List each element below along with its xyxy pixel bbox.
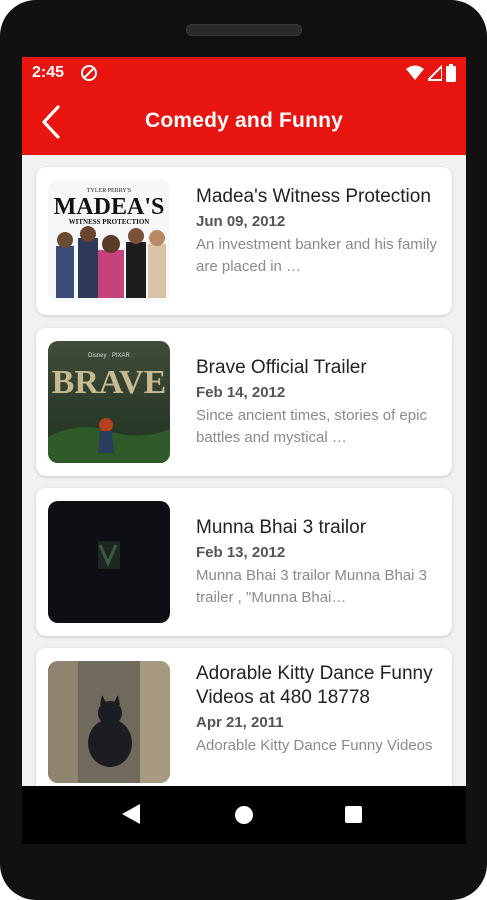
nav-recents-icon[interactable] (345, 806, 362, 823)
video-card[interactable]: Munna Bhai 3 trailor Feb 13, 2012 Munna … (36, 488, 452, 636)
video-title: Brave Official Trailer (196, 357, 367, 378)
video-thumbnail[interactable]: TYLER PERRY'S MADEA'S WITNESS PROTECTION (48, 180, 170, 302)
video-date: Jun 09, 2012 (196, 213, 286, 230)
page-title: Comedy and Funny (144, 109, 344, 132)
video-thumbnail[interactable] (48, 661, 170, 783)
video-title: Madea's Witness Protection (196, 186, 431, 207)
video-thumbnail[interactable] (48, 501, 170, 623)
video-date: Feb 14, 2012 (196, 384, 286, 401)
app-bar: Comedy and Funny (22, 89, 466, 155)
system-nav-bar (22, 786, 466, 844)
video-date: Apr 21, 2011 (196, 714, 284, 731)
video-description: An investment banker and his family are … (196, 236, 437, 275)
video-card[interactable]: TYLER PERRY'S MADEA'S WITNESS PROTECTION (36, 167, 452, 315)
battery-icon (446, 64, 456, 82)
video-list[interactable]: TYLER PERRY'S MADEA'S WITNESS PROTECTION (22, 155, 466, 844)
screen: 2:45 Comedy and Funny TYLER PERRY'S MADE… (22, 57, 466, 844)
data-saver-icon (81, 65, 97, 81)
thumb-caption: Disney · PIXAR (88, 353, 130, 359)
status-icons (406, 63, 456, 83)
video-title: Adorable Kitty Dance Funny Videos at 480… (196, 663, 433, 708)
status-time: 2:45 (32, 64, 65, 81)
video-description: Since ancient times, stories of epic bat… (196, 407, 427, 446)
phone-speaker (186, 24, 302, 36)
nav-back-icon[interactable] (122, 804, 140, 824)
video-description: Adorable Kitty Dance Funny Videos (196, 737, 433, 754)
cell-signal-icon (428, 65, 442, 81)
thumb-caption: WITNESS PROTECTION (69, 218, 150, 226)
video-title: Munna Bhai 3 trailor (196, 517, 367, 538)
thumb-caption: MADEA'S (54, 194, 165, 220)
wifi-icon (406, 65, 424, 80)
video-card[interactable]: Disney · PIXAR BRAVE Brave Official Trai… (36, 328, 452, 476)
status-bar: 2:45 (22, 57, 466, 89)
video-description: Munna Bhai 3 trailor Munna Bhai 3 traile… (196, 567, 427, 606)
video-date: Feb 13, 2012 (196, 544, 286, 561)
video-thumbnail[interactable]: Disney · PIXAR BRAVE (48, 341, 170, 463)
nav-home-icon[interactable] (235, 806, 253, 824)
thumb-caption: BRAVE (52, 364, 167, 401)
phone-frame: 2:45 Comedy and Funny TYLER PERRY'S MADE… (0, 0, 487, 900)
